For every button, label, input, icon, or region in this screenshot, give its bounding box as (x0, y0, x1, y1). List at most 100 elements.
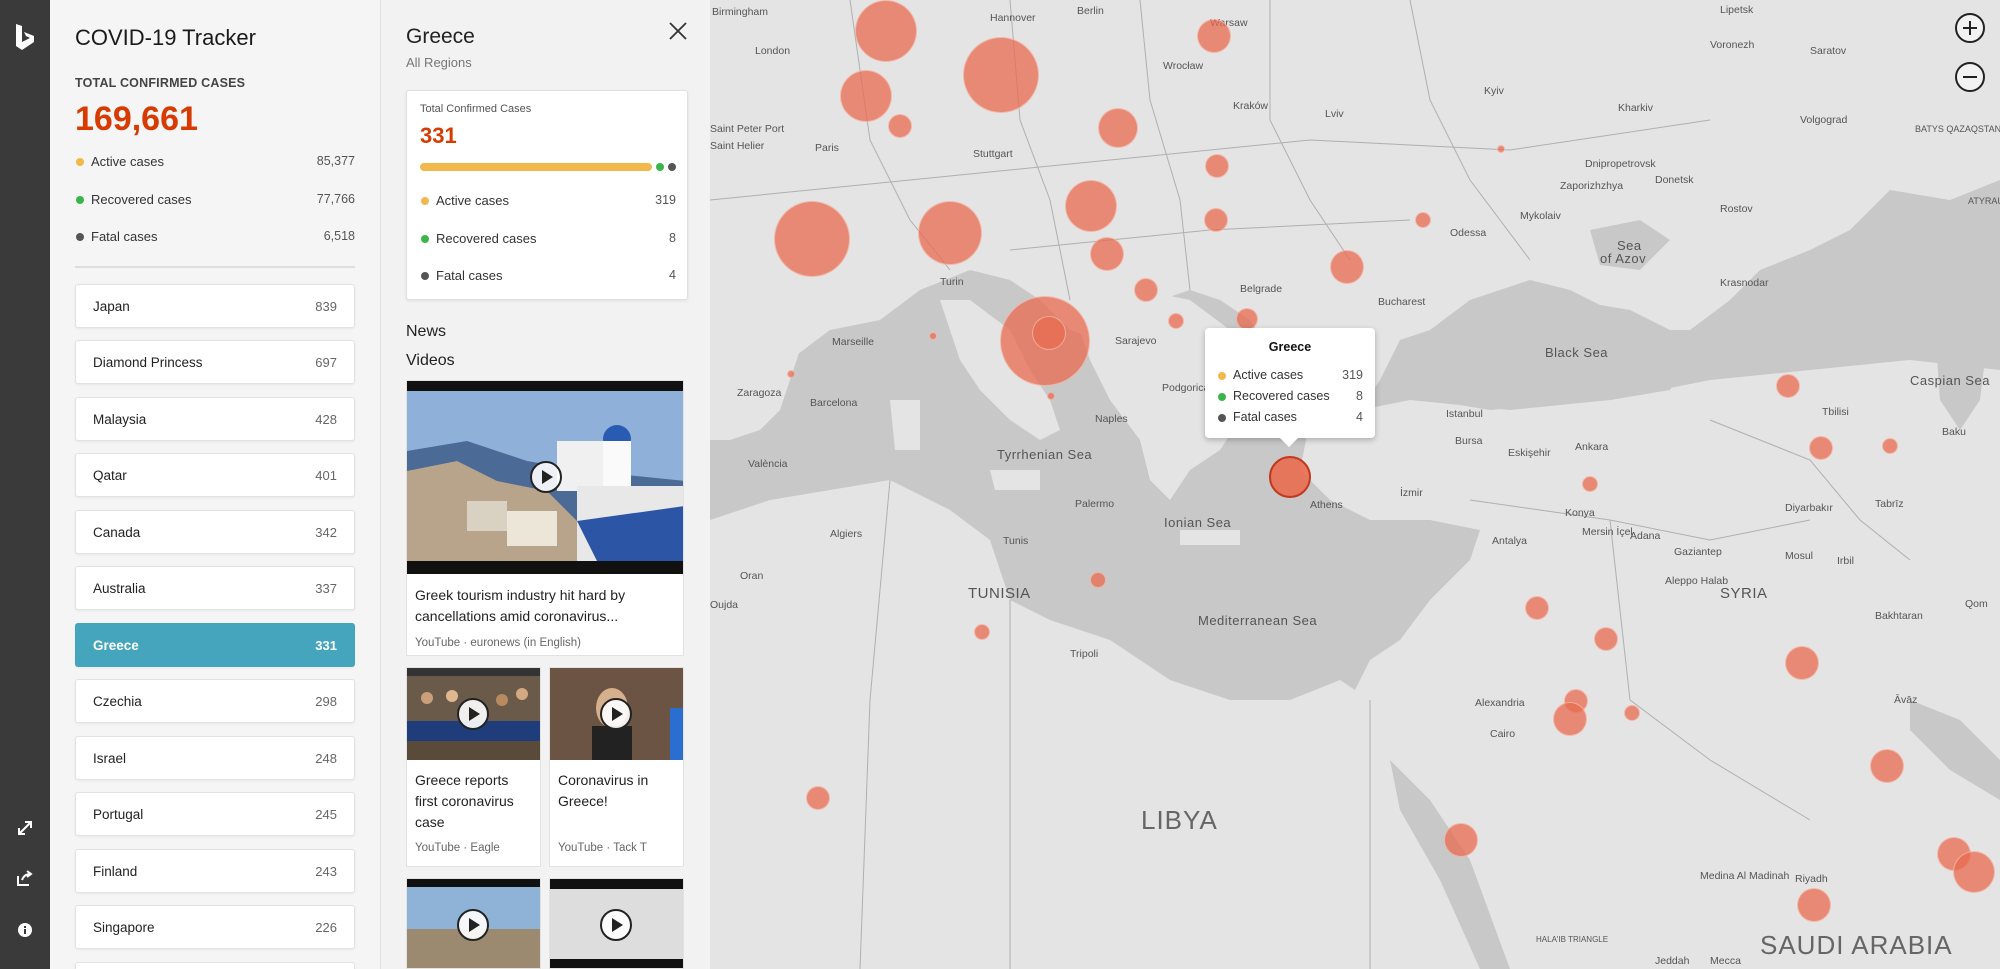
recovered-segment (656, 163, 664, 171)
country-item-canada[interactable]: Canada 342 (75, 510, 355, 554)
play-icon[interactable] (457, 909, 489, 941)
stat-label: Fatal cases (436, 268, 503, 283)
case-bubble-greece[interactable] (1269, 456, 1311, 498)
case-bubble[interactable] (855, 0, 917, 62)
video-thumbnail (550, 879, 683, 968)
close-icon[interactable] (667, 20, 689, 42)
play-icon[interactable] (600, 698, 632, 730)
map-label: Konya (1565, 507, 1595, 519)
detail-panel: Greece All Regions Total Confirmed Cases… (380, 0, 710, 969)
global-recovered-row: Recovered cases 77,766 (75, 190, 355, 210)
stat-value: 4 (1356, 410, 1363, 424)
video-title: Coronavirus in Greece! (558, 772, 649, 809)
case-bubble[interactable] (1134, 278, 1158, 302)
case-bubble[interactable] (1330, 250, 1364, 284)
case-bubble[interactable] (840, 70, 892, 122)
video-card[interactable]: Coronavirus in Greece! YouTube · Tack T (549, 667, 684, 867)
play-icon[interactable] (530, 461, 562, 493)
map-label: Wrocław (1163, 60, 1204, 72)
share-icon[interactable] (13, 866, 37, 890)
case-bubble[interactable] (774, 201, 850, 277)
video-card[interactable] (406, 878, 541, 969)
map-label: Donetsk (1655, 174, 1694, 186)
map-view[interactable]: Birmingham London Saint Peter Port Saint… (710, 0, 2000, 969)
case-bubble[interactable] (888, 114, 912, 138)
video-card[interactable]: Greece reports first coronavirus case Yo… (406, 667, 541, 867)
country-item-israel[interactable]: Israel 248 (75, 736, 355, 780)
case-bubble[interactable] (1047, 392, 1055, 400)
country-item-finland[interactable]: Finland 243 (75, 849, 355, 893)
case-bubble[interactable] (1594, 627, 1618, 651)
case-bubble[interactable] (1870, 749, 1904, 783)
play-icon[interactable] (600, 909, 632, 941)
case-bubble[interactable] (1197, 19, 1231, 53)
country-item-japan[interactable]: Japan 839 (75, 284, 355, 328)
map-label: Turin (940, 276, 964, 288)
video-card[interactable] (549, 878, 684, 969)
case-bubble[interactable] (1953, 851, 1995, 893)
case-bubble[interactable] (1497, 145, 1505, 153)
case-bubble[interactable] (1204, 208, 1228, 232)
global-active-row: Active cases 85,377 (75, 152, 355, 172)
case-bubble[interactable] (1098, 108, 1138, 148)
map-label: Bucharest (1378, 296, 1426, 308)
play-icon[interactable] (457, 698, 489, 730)
case-bubble[interactable] (974, 624, 990, 640)
stat-label: Active cases (1233, 368, 1304, 382)
total-confirmed-label: TOTAL CONFIRMED CASES (75, 76, 246, 90)
map-label: Gaziantep (1674, 546, 1722, 558)
map-label: Krasnodar (1720, 277, 1769, 289)
video-card[interactable]: Greek tourism industry hit hard by cance… (406, 380, 684, 656)
sea-label: Mediterranean Sea (1198, 613, 1318, 628)
case-bubble[interactable] (1236, 308, 1258, 330)
bing-logo-icon[interactable] (12, 22, 38, 52)
country-name: Qatar (93, 468, 127, 483)
plus-circle-icon[interactable] (1955, 13, 1985, 43)
country-name: Diamond Princess (93, 355, 203, 370)
country-count: 298 (315, 694, 337, 709)
info-icon[interactable] (13, 918, 37, 942)
recovered-dot-icon (421, 235, 429, 243)
case-bubble[interactable] (1444, 823, 1478, 857)
case-bubble[interactable] (1624, 705, 1640, 721)
case-bubble[interactable] (1415, 212, 1431, 228)
map-label: Diyarbakır (1785, 502, 1833, 514)
card-label: Total Confirmed Cases (420, 103, 532, 115)
country-item-partial[interactable] (75, 962, 355, 969)
country-item-qatar[interactable]: Qatar 401 (75, 453, 355, 497)
country-item-diamond-princess[interactable]: Diamond Princess 697 (75, 340, 355, 384)
country-item-malaysia[interactable]: Malaysia 428 (75, 397, 355, 441)
case-bubble[interactable] (1065, 180, 1117, 232)
case-bubble[interactable] (1776, 374, 1800, 398)
map-label: Cairo (1490, 728, 1516, 740)
case-bubble[interactable] (1553, 702, 1587, 736)
case-bubble[interactable] (787, 370, 795, 378)
map-label: Baku (1942, 426, 1966, 438)
case-bubble[interactable] (1582, 476, 1598, 492)
case-bubble[interactable] (1785, 646, 1819, 680)
case-bubble[interactable] (1090, 237, 1124, 271)
country-item-greece[interactable]: Greece 331 (75, 623, 355, 667)
case-bubble[interactable] (1168, 313, 1184, 329)
stat-label: Fatal cases (1233, 410, 1297, 424)
case-bubble[interactable] (1205, 154, 1229, 178)
map-label: Adana (1630, 530, 1661, 542)
news-heading[interactable]: News (406, 323, 446, 341)
case-bubble[interactable] (1809, 436, 1833, 460)
case-bubble[interactable] (1032, 316, 1066, 350)
expand-icon[interactable] (13, 816, 37, 840)
case-bubble[interactable] (1090, 572, 1106, 588)
case-bubble[interactable] (929, 332, 937, 340)
case-bubble[interactable] (1797, 888, 1831, 922)
country-item-singapore[interactable]: Singapore 226 (75, 905, 355, 949)
case-bubble[interactable] (963, 37, 1039, 113)
case-bubble[interactable] (1882, 438, 1898, 454)
country-item-australia[interactable]: Australia 337 (75, 566, 355, 610)
minus-circle-icon[interactable] (1955, 62, 1985, 92)
case-bubble[interactable] (1525, 596, 1549, 620)
country-item-czechia[interactable]: Czechia 298 (75, 679, 355, 723)
active-dot-icon (1218, 372, 1226, 380)
case-bubble[interactable] (918, 201, 982, 265)
case-bubble[interactable] (806, 786, 830, 810)
country-item-portugal[interactable]: Portugal 245 (75, 792, 355, 836)
